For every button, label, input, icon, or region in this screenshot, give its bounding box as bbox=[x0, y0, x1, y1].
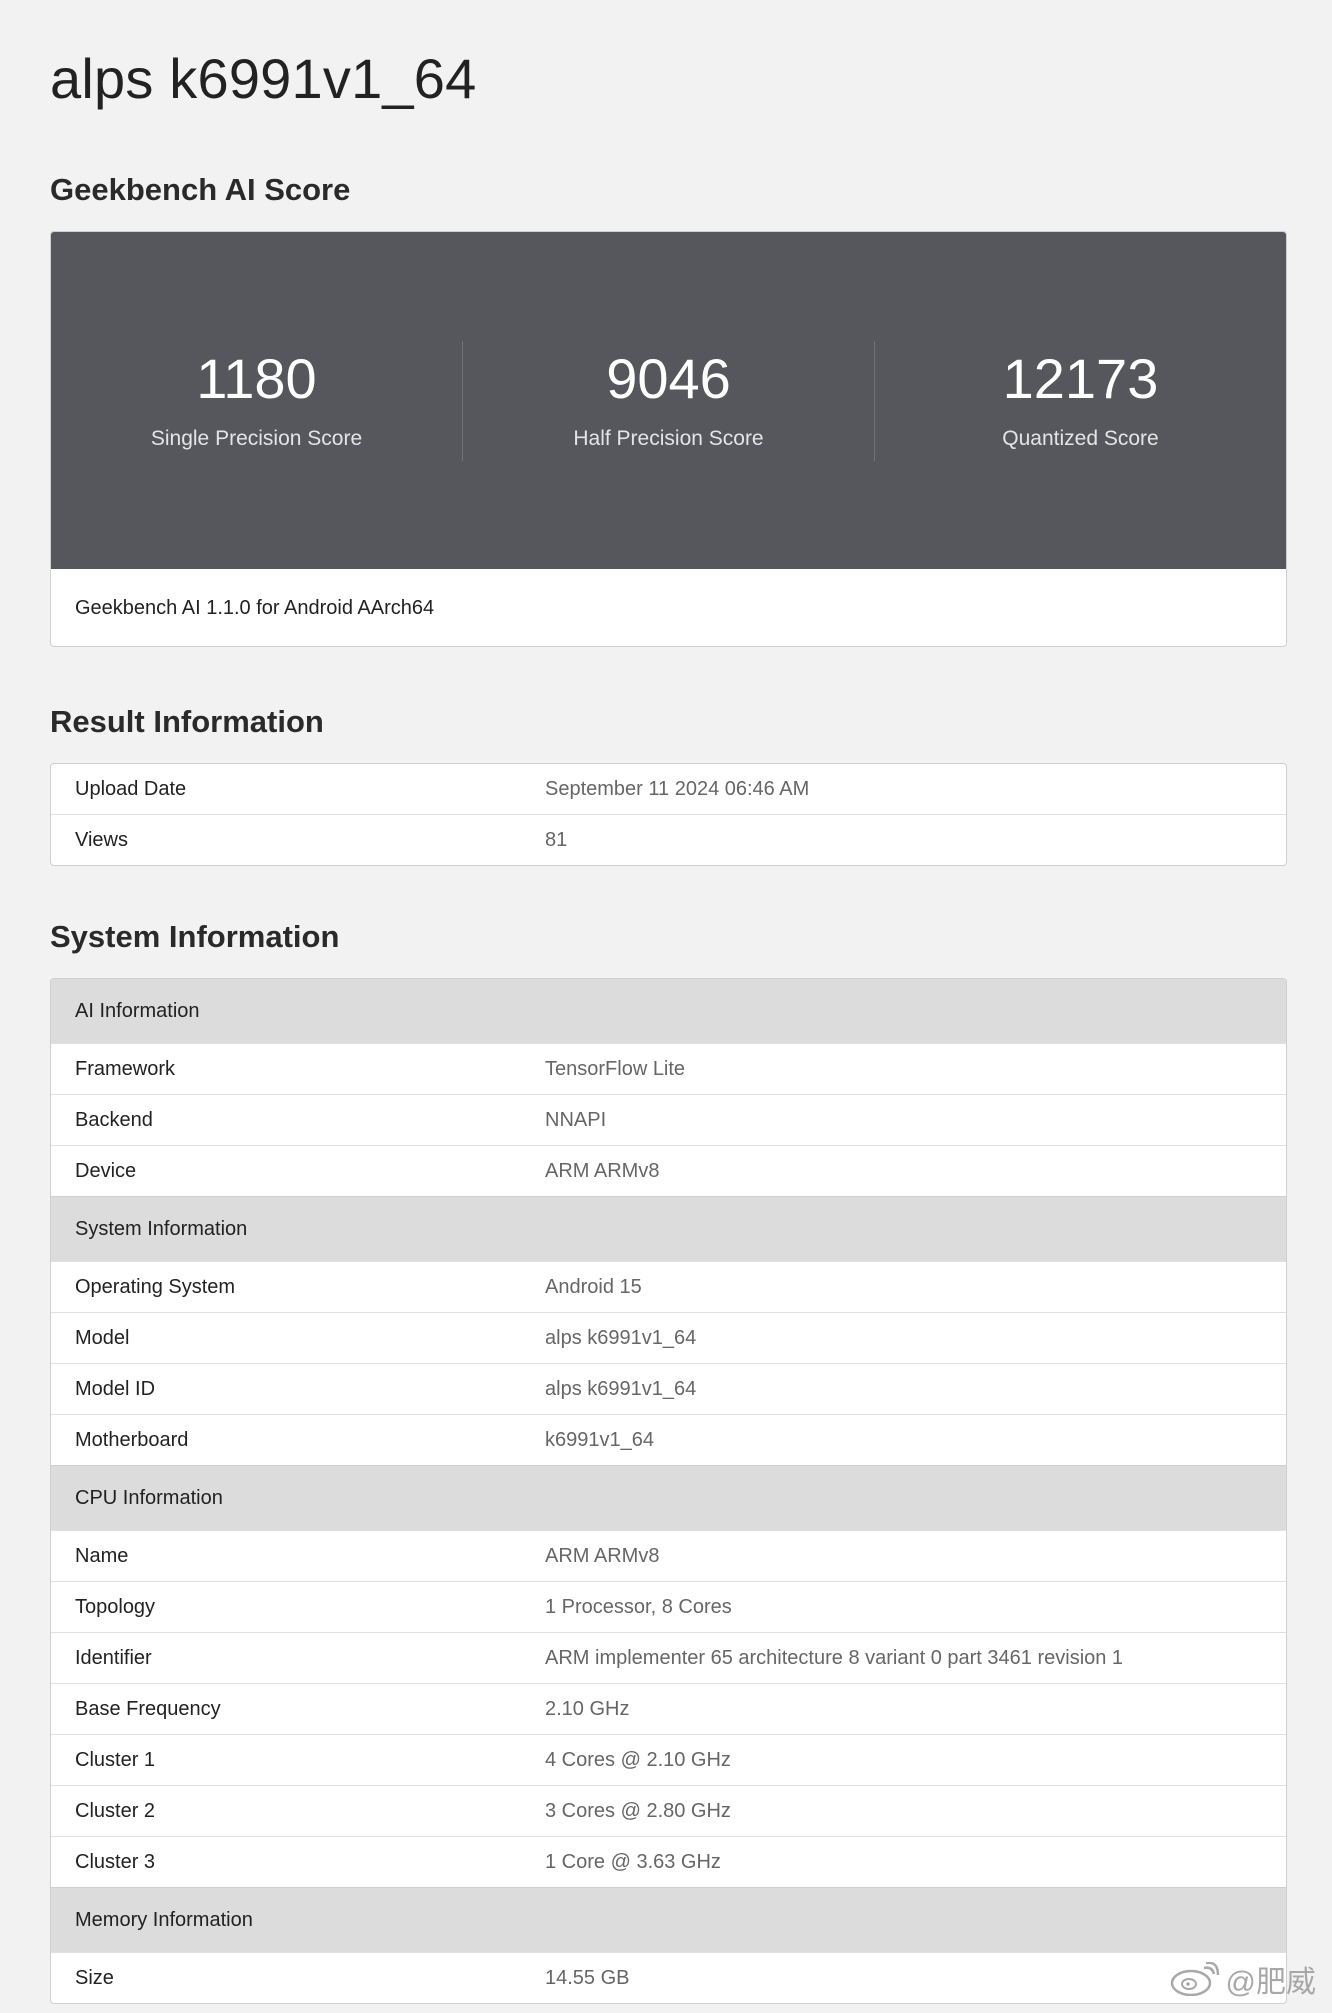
row-value: TensorFlow Lite bbox=[545, 1057, 686, 1080]
result-section-heading: Result Information bbox=[50, 704, 324, 739]
table-row: Name ARM ARMv8 bbox=[51, 1530, 1286, 1581]
row-key: Base Frequency bbox=[75, 1697, 221, 1720]
row-value: alps k6991v1_64 bbox=[545, 1326, 697, 1349]
page-title: alps k6991v1_64 bbox=[50, 47, 477, 110]
weibo-icon bbox=[1170, 1961, 1220, 1997]
row-key: Motherboard bbox=[75, 1428, 189, 1451]
table-row: Upload Date September 11 2024 06:46 AM bbox=[51, 764, 1286, 814]
table-row: Operating System Android 15 bbox=[51, 1261, 1286, 1312]
row-key: Name bbox=[75, 1544, 129, 1567]
half-precision-score: 9046 Half Precision Score bbox=[463, 340, 875, 461]
row-value: NNAPI bbox=[545, 1108, 607, 1131]
group-header-ai: AI Information bbox=[51, 979, 1286, 1043]
row-key: Framework bbox=[75, 1057, 176, 1080]
system-section-heading: System Information bbox=[50, 919, 340, 954]
watermark-text: @肥威 bbox=[1225, 1966, 1316, 1999]
table-row: Cluster 1 4 Cores @ 2.10 GHz bbox=[51, 1734, 1286, 1785]
watermark: @肥威 bbox=[1170, 1957, 1316, 2001]
table-row: Size 14.55 GB bbox=[51, 1952, 1286, 2003]
table-row: Model alps k6991v1_64 bbox=[51, 1312, 1286, 1363]
row-value: September 11 2024 06:46 AM bbox=[545, 777, 810, 800]
score-value: 12173 bbox=[1002, 346, 1159, 410]
table-row: Cluster 2 3 Cores @ 2.80 GHz bbox=[51, 1785, 1286, 1836]
score-label: Single Precision Score bbox=[150, 426, 363, 450]
row-value: ARM ARMv8 bbox=[545, 1544, 660, 1567]
table-row: Backend NNAPI bbox=[51, 1094, 1286, 1145]
group-header-cpu: CPU Information bbox=[51, 1465, 1286, 1530]
row-value: 4 Cores @ 2.10 GHz bbox=[545, 1748, 731, 1771]
score-label: Quantized Score bbox=[1002, 426, 1159, 450]
table-row: Motherboard k6991v1_64 bbox=[51, 1414, 1286, 1465]
row-key: Backend bbox=[75, 1108, 153, 1131]
table-row: Topology 1 Processor, 8 Cores bbox=[51, 1581, 1286, 1632]
group-header-memory: Memory Information bbox=[51, 1887, 1286, 1952]
score-value: 1180 bbox=[196, 346, 317, 410]
row-key: Topology bbox=[75, 1595, 156, 1618]
row-key: Cluster 1 bbox=[75, 1748, 156, 1771]
table-row: Base Frequency 2.10 GHz bbox=[51, 1683, 1286, 1734]
table-row: Identifier ARM implementer 65 architectu… bbox=[51, 1632, 1286, 1683]
row-key: Operating System bbox=[75, 1275, 236, 1298]
single-precision-score: 1180 Single Precision Score bbox=[51, 340, 463, 461]
row-key: Views bbox=[75, 828, 128, 851]
table-row: Model ID alps k6991v1_64 bbox=[51, 1363, 1286, 1414]
row-value: 2.10 GHz bbox=[545, 1697, 630, 1720]
row-value: alps k6991v1_64 bbox=[545, 1377, 697, 1400]
row-key: Model ID bbox=[75, 1377, 156, 1400]
row-value: ARM implementer 65 architecture 8 varian… bbox=[545, 1646, 1124, 1669]
benchmark-version: Geekbench AI 1.1.0 for Android AArch64 bbox=[75, 596, 435, 619]
quantized-score: 12173 Quantized Score bbox=[875, 341, 1286, 461]
row-value: k6991v1_64 bbox=[545, 1428, 654, 1451]
row-key: Device bbox=[75, 1159, 137, 1182]
row-value: ARM ARMv8 bbox=[545, 1159, 660, 1182]
row-key: Identifier bbox=[75, 1646, 152, 1669]
score-label: Half Precision Score bbox=[573, 426, 764, 450]
row-value: 1 Processor, 8 Cores bbox=[545, 1595, 732, 1618]
score-value: 9046 bbox=[606, 346, 731, 410]
row-key: Cluster 3 bbox=[75, 1850, 156, 1873]
row-value: 1 Core @ 3.63 GHz bbox=[545, 1850, 721, 1873]
table-row: Device ARM ARMv8 bbox=[51, 1145, 1286, 1196]
row-key: Model bbox=[75, 1326, 130, 1349]
row-value: Android 15 bbox=[545, 1275, 642, 1298]
row-value: 81 bbox=[545, 828, 568, 851]
row-key: Size bbox=[75, 1966, 114, 1989]
score-section-heading: Geekbench AI Score bbox=[50, 172, 351, 207]
row-key: Cluster 2 bbox=[75, 1799, 156, 1822]
table-row: Cluster 3 1 Core @ 3.63 GHz bbox=[51, 1836, 1286, 1887]
table-row: Framework TensorFlow Lite bbox=[51, 1043, 1286, 1094]
score-panel: 1180 Single Precision Score 9046 Half Pr… bbox=[51, 232, 1286, 569]
result-info-table: Upload Date September 11 2024 06:46 AM V… bbox=[50, 763, 1287, 866]
score-card: 1180 Single Precision Score 9046 Half Pr… bbox=[50, 231, 1287, 647]
system-info-table: AI Information Framework TensorFlow Lite… bbox=[50, 978, 1287, 2004]
row-value: 3 Cores @ 2.80 GHz bbox=[545, 1799, 731, 1822]
row-key: Upload Date bbox=[75, 777, 187, 800]
group-header-system: System Information bbox=[51, 1196, 1286, 1261]
table-row: Views 81 bbox=[51, 814, 1286, 865]
